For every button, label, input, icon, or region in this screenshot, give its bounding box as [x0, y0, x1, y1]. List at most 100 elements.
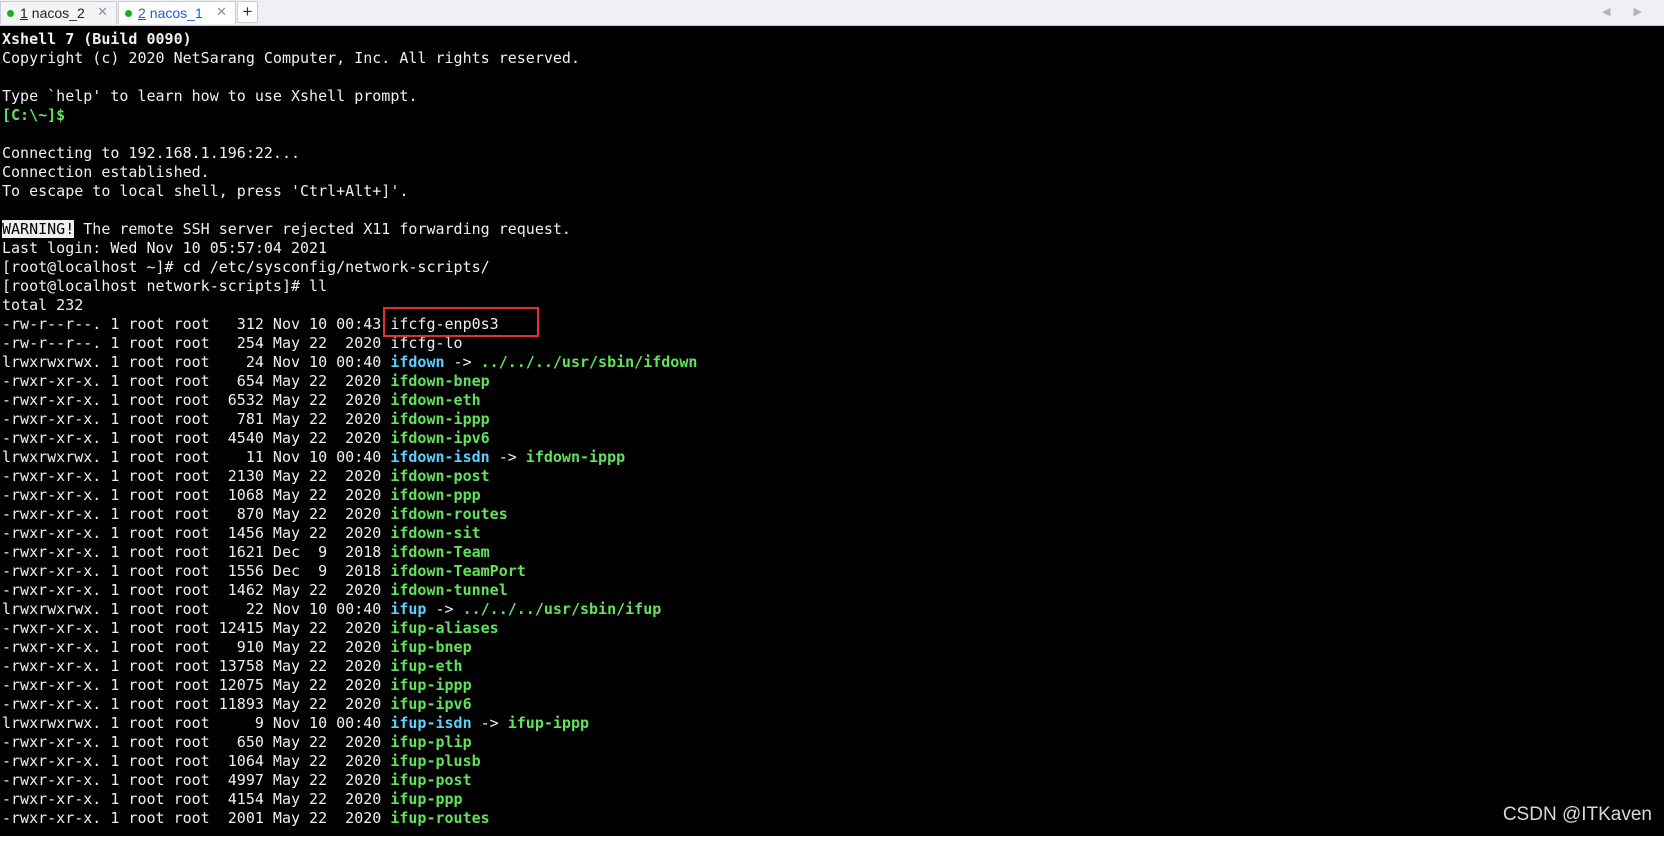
- tab-number: 2: [138, 5, 146, 21]
- terminal-text: ifdown-tunnel: [390, 581, 508, 599]
- terminal-line: -rwxr-xr-x. 1 root root 13758 May 22 202…: [2, 657, 697, 676]
- terminal-text: -rw-r--r--. 1 root root 254 May 22 2020: [2, 334, 391, 352]
- terminal-line: -rw-r--r--. 1 root root 254 May 22 2020 …: [2, 334, 697, 353]
- terminal-text: ifup-eth: [390, 657, 463, 675]
- terminal-text: -rwxr-xr-x. 1 root root 650 May 22 2020: [2, 733, 391, 751]
- terminal-line: -rw-r--r--. 1 root root 312 Nov 10 00:43…: [2, 315, 697, 334]
- close-icon[interactable]: ✕: [216, 4, 227, 20]
- terminal-text: Connection established.: [2, 163, 210, 181]
- terminal-text: total 232: [2, 296, 84, 314]
- terminal-text: ifup-ipv6: [390, 695, 472, 713]
- terminal-text: lrwxrwxrwx. 1 root root 11 Nov 10 00:40: [2, 448, 391, 466]
- terminal-text: The remote SSH server rejected X11 forwa…: [74, 220, 571, 238]
- terminal-text: -rwxr-xr-x. 1 root root 1621 Dec 9 2018: [2, 543, 391, 561]
- terminal-line: -rwxr-xr-x. 1 root root 4997 May 22 2020…: [2, 771, 697, 790]
- close-icon[interactable]: ✕: [97, 4, 108, 20]
- terminal-text: ifdown-ipv6: [390, 429, 490, 447]
- terminal-text: ifup-isdn: [390, 714, 472, 732]
- terminal-text: ifup-plusb: [390, 752, 481, 770]
- tab-scroll-arrows[interactable]: ◀ ▶: [1602, 5, 1652, 18]
- terminal-text: ifdown-routes: [390, 505, 508, 523]
- terminal-text: -rwxr-xr-x. 1 root root 4540 May 22 2020: [2, 429, 391, 447]
- tab-number: 1: [20, 5, 28, 21]
- terminal-line: -rwxr-xr-x. 1 root root 2130 May 22 2020…: [2, 467, 697, 486]
- terminal-text: ifup-bnep: [390, 638, 472, 656]
- terminal-text: -rwxr-xr-x. 1 root root 4997 May 22 2020: [2, 771, 391, 789]
- terminal-line: -rwxr-xr-x. 1 root root 4154 May 22 2020…: [2, 790, 697, 809]
- terminal-text: ifdown-ippp: [525, 448, 626, 466]
- terminal-text: ifup-ippp: [390, 676, 472, 694]
- terminal-text: ifcfg-lo: [390, 334, 463, 352]
- terminal-text: Xshell 7 (Build 0090): [2, 30, 192, 48]
- terminal-text: -rwxr-xr-x. 1 root root 1462 May 22 2020: [2, 581, 391, 599]
- terminal-text: -rwxr-xr-x. 1 root root 1456 May 22 2020: [2, 524, 391, 542]
- terminal-line: Connection established.: [2, 163, 697, 182]
- terminal-text: ifup-aliases: [390, 619, 499, 637]
- watermark: CSDN @ITKaven: [1502, 804, 1652, 825]
- terminal-line: lrwxrwxrwx. 1 root root 24 Nov 10 00:40 …: [2, 353, 697, 372]
- terminal-text: -rwxr-xr-x. 1 root root 870 May 22 2020: [2, 505, 391, 523]
- terminal-text: ifup-post: [390, 771, 472, 789]
- terminal-lines: Xshell 7 (Build 0090) Copyright (c) 2020 …: [2, 30, 697, 828]
- terminal-line: lrwxrwxrwx. 1 root root 11 Nov 10 00:40 …: [2, 448, 697, 467]
- terminal-text: -rwxr-xr-x. 1 root root 6532 May 22 2020: [2, 391, 391, 409]
- terminal-line: -rwxr-xr-x. 1 root root 650 May 22 2020 …: [2, 733, 697, 752]
- terminal-text: ->: [489, 448, 526, 466]
- terminal-text: ifup: [390, 600, 427, 618]
- terminal-line: -rwxr-xr-x. 1 root root 1068 May 22 2020…: [2, 486, 697, 505]
- terminal-text: -rwxr-xr-x. 1 root root 4154 May 22 2020: [2, 790, 391, 808]
- terminal-line: -rwxr-xr-x. 1 root root 11893 May 22 202…: [2, 695, 697, 714]
- terminal-text: lrwxrwxrwx. 1 root root 9 Nov 10 00:40: [2, 714, 391, 732]
- terminal-line: -rwxr-xr-x. 1 root root 1462 May 22 2020…: [2, 581, 697, 600]
- terminal-text: -rwxr-xr-x. 1 root root 11893 May 22 202…: [2, 695, 391, 713]
- terminal-line: -rwxr-xr-x. 1 root root 654 May 22 2020 …: [2, 372, 697, 391]
- terminal-text: ->: [471, 714, 508, 732]
- terminal-line: -rwxr-xr-x. 1 root root 910 May 22 2020 …: [2, 638, 697, 657]
- terminal-text: ifup-plip: [390, 733, 472, 751]
- terminal-text: ../../../usr/sbin/ifup: [462, 600, 662, 618]
- tab-bar: 1 nacos_2 ✕ 2 nacos_1 ✕ + ◀ ▶: [0, 0, 1664, 26]
- terminal-text: ifdown-Team: [390, 543, 490, 561]
- terminal-text: -rwxr-xr-x. 1 root root 2130 May 22 2020: [2, 467, 391, 485]
- terminal-text: ifdown: [390, 353, 445, 371]
- terminal-text: ->: [444, 353, 481, 371]
- terminal-text: ifdown-ppp: [390, 486, 481, 504]
- connection-status-icon: [7, 9, 14, 17]
- terminal-line: Copyright (c) 2020 NetSarang Computer, I…: [2, 49, 697, 68]
- terminal-text: [root@localhost ~]# cd /etc/sysconfig/ne…: [2, 258, 490, 276]
- terminal-line: total 232: [2, 296, 697, 315]
- terminal-line: [root@localhost ~]# cd /etc/sysconfig/ne…: [2, 258, 697, 277]
- terminal-text: ifdown-isdn: [390, 448, 490, 466]
- terminal-line: -rwxr-xr-x. 1 root root 12415 May 22 202…: [2, 619, 697, 638]
- terminal-text: WARNING!: [2, 220, 75, 238]
- terminal-text: ifdown-TeamPort: [390, 562, 526, 580]
- terminal-line: -rwxr-xr-x. 1 root root 4540 May 22 2020…: [2, 429, 697, 448]
- new-tab-button[interactable]: +: [237, 1, 258, 23]
- terminal-line: Xshell 7 (Build 0090): [2, 30, 697, 49]
- terminal-text: ifdown-ippp: [390, 410, 490, 428]
- terminal-line: [C:\~]$: [2, 106, 697, 125]
- terminal-text: -rwxr-xr-x. 1 root root 1068 May 22 2020: [2, 486, 391, 504]
- terminal-text: ->: [426, 600, 463, 618]
- terminal-line: [root@localhost network-scripts]# ll: [2, 277, 697, 296]
- terminal-text: ifcfg-enp0s3: [390, 315, 499, 333]
- terminal-text: Last login: Wed Nov 10 05:57:04 2021: [2, 239, 328, 257]
- tab-nacos-1[interactable]: 2 nacos_1 ✕: [118, 1, 236, 24]
- terminal-text: ifup-routes: [390, 809, 490, 827]
- terminal-text: [root@localhost network-scripts]# ll: [2, 277, 328, 295]
- terminal-line: lrwxrwxrwx. 1 root root 9 Nov 10 00:40 i…: [2, 714, 697, 733]
- terminal-text: -rwxr-xr-x. 1 root root 781 May 22 2020: [2, 410, 391, 428]
- terminal-text: -rwxr-xr-x. 1 root root 13758 May 22 202…: [2, 657, 391, 675]
- terminal-text: ifup-ppp: [390, 790, 463, 808]
- terminal-output[interactable]: Xshell 7 (Build 0090) Copyright (c) 2020 …: [0, 26, 1664, 836]
- terminal-text: lrwxrwxrwx. 1 root root 24 Nov 10 00:40: [2, 353, 391, 371]
- tab-label: nacos_1: [149, 5, 203, 21]
- terminal-text: Type `help' to learn how to use Xshell p…: [2, 87, 418, 105]
- terminal-line: -rwxr-xr-x. 1 root root 781 May 22 2020 …: [2, 410, 697, 429]
- terminal-text: ifdown-eth: [390, 391, 481, 409]
- terminal-text: -rwxr-xr-x. 1 root root 12415 May 22 202…: [2, 619, 391, 637]
- tab-nacos-2[interactable]: 1 nacos_2 ✕: [0, 1, 117, 24]
